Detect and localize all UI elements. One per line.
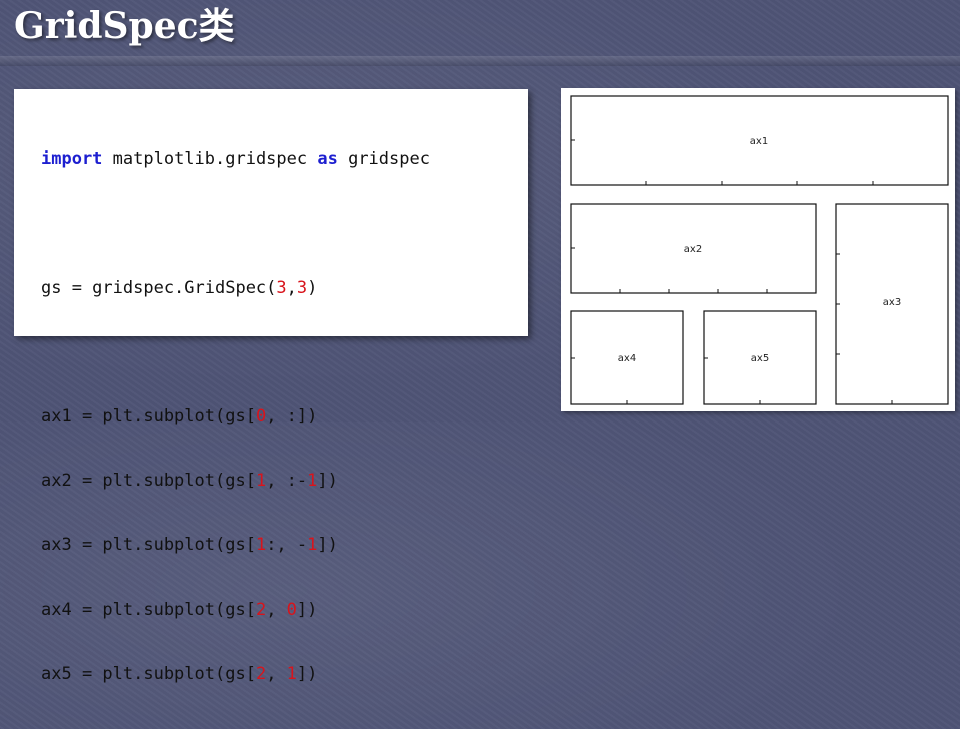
code-line-ax3: ax3 = plt.subplot(gs[1:, -1]) [41,535,430,557]
code-text: ax1 = plt.subplot(gs[ [41,406,256,426]
code-text: ) [307,277,318,298]
code-text: gs = gridspec.GridSpec( [41,277,277,298]
code-number: 3 [276,277,287,298]
code-panel: import matplotlib.gridspec as gridspec g… [14,89,528,684]
code-text: , [266,664,287,684]
ax5-label: ax5 [751,353,769,364]
code-line-ax1: ax1 = plt.subplot(gs[0, :]) [41,406,430,428]
ax2-label: ax2 [684,244,702,255]
code-text: matplotlib.gridspec [102,149,318,169]
code-number: 1 [255,535,267,555]
code-text: , :]) [266,406,318,426]
code-line-gridspec: gs = gridspec.GridSpec(3,3) [41,278,430,300]
code-line-import: import matplotlib.gridspec as gridspec [41,149,430,171]
code-line-ax2: ax2 = plt.subplot(gs[1, :-1]) [41,471,430,493]
code-text: ]) [317,470,338,491]
keyword-import: import [41,149,103,169]
ax1-label: ax1 [750,136,768,147]
gridspec-layout-figure: ax1 ax2 ax3 ax4 ax5 [561,88,955,411]
code-number: 1 [307,470,318,491]
code-number: 3 [296,277,308,298]
code-text: , :- [266,470,308,491]
ax4-label: ax4 [618,353,636,364]
title-divider [0,56,960,66]
keyword-as: as [317,149,338,169]
code-number: 0 [255,406,267,426]
code-number: 0 [286,599,297,620]
code-line-ax4: ax4 = plt.subplot(gs[2, 0]) [41,600,430,622]
gridspec-layout-svg: ax1 ax2 ax3 ax4 ax5 [570,95,949,405]
code-number: 2 [255,664,267,684]
code-line-ax5: ax5 = plt.subplot(gs[2, 1]) [41,664,430,686]
code-number: 1 [255,470,267,491]
code-text: gridspec [337,149,430,169]
code-block: import matplotlib.gridspec as gridspec g… [41,106,430,729]
code-number: 2 [255,599,267,620]
code-text: ax4 = plt.subplot(gs[ [41,599,256,620]
code-number: 1 [286,664,297,684]
code-text: ax5 = plt.subplot(gs[ [41,664,256,684]
code-text: , [286,277,297,298]
ax3-label: ax3 [883,297,901,308]
slide-title: GridSpec类 [14,5,235,47]
code-text: ]) [317,535,338,555]
code-text: ]) [296,664,318,684]
code-text: , [266,599,287,620]
code-text: ax3 = plt.subplot(gs[ [41,535,256,555]
code-number: 1 [307,535,318,555]
code-text: ax2 = plt.subplot(gs[ [41,470,256,491]
code-text: :, - [266,535,308,555]
code-text: ]) [296,599,318,620]
